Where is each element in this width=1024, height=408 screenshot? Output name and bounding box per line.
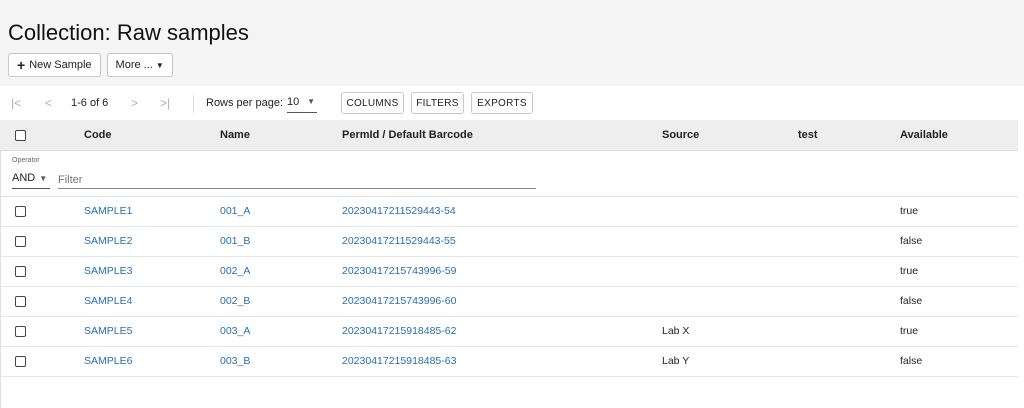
permid-link[interactable]: 20230417211529443-54	[342, 197, 456, 226]
available-cell: true	[900, 205, 919, 217]
action-buttons: + New Sample More ... ▼	[8, 53, 173, 77]
grid-toolbar: |< < 1-6 of 6 > >| Rows per page: 10 ▼ C…	[0, 89, 1024, 117]
row-checkbox[interactable]	[15, 266, 26, 277]
row-checkbox[interactable]	[15, 356, 26, 367]
filters-label: FILTERS	[416, 97, 459, 109]
available-cell: true	[900, 325, 919, 337]
code-link[interactable]: SAMPLE3	[84, 257, 132, 286]
table-row[interactable]: SAMPLE3 002_A 20230417215743996-59 true	[0, 257, 1018, 287]
table-header: Code Name PermId / Default Barcode Sourc…	[0, 120, 1018, 151]
new-sample-label: New Sample	[29, 59, 92, 71]
name-link[interactable]: 002_A	[220, 257, 250, 286]
header-code[interactable]: Code	[84, 120, 112, 151]
code-link[interactable]: SAMPLE2	[84, 227, 132, 256]
rows-per-page-select[interactable]: 10 ▼	[287, 93, 317, 113]
pagination-range: 1-6 of 6	[71, 97, 109, 109]
plus-icon: +	[17, 57, 26, 73]
filters-button[interactable]: FILTERS	[411, 92, 464, 114]
filter-input[interactable]	[58, 171, 536, 189]
header-permid[interactable]: PermId / Default Barcode	[342, 120, 473, 151]
permid-link[interactable]: 20230417215918485-63	[342, 347, 456, 376]
caret-down-icon: ▼	[155, 60, 164, 70]
filter-row: Operator AND ▼	[0, 151, 1018, 197]
exports-label: EXPORTS	[477, 97, 527, 109]
header-test[interactable]: test	[798, 120, 818, 151]
next-page-icon[interactable]: >	[131, 89, 138, 117]
table-row[interactable]: SAMPLE4 002_B 20230417215743996-60 false	[0, 287, 1018, 317]
row-checkbox[interactable]	[15, 236, 26, 247]
rows-per-page-label: Rows per page:	[206, 97, 284, 109]
name-link[interactable]: 001_B	[220, 227, 250, 256]
more-button[interactable]: More ... ▼	[106, 53, 173, 77]
code-link[interactable]: SAMPLE6	[84, 347, 132, 376]
table-row[interactable]: SAMPLE5 003_A 20230417215918485-62 Lab X…	[0, 317, 1018, 347]
table-row[interactable]: SAMPLE1 001_A 20230417211529443-54 true	[0, 197, 1018, 227]
source-cell: Lab X	[662, 325, 690, 337]
name-link[interactable]: 003_B	[220, 347, 250, 376]
header-source[interactable]: Source	[662, 120, 699, 151]
code-link[interactable]: SAMPLE1	[84, 197, 132, 226]
first-page-icon[interactable]: |<	[11, 89, 21, 117]
page-header: Collection: Raw samples + New Sample Mor…	[0, 0, 1024, 86]
operator-label: Operator	[12, 157, 40, 164]
code-link[interactable]: SAMPLE4	[84, 287, 132, 316]
last-page-icon[interactable]: >|	[160, 89, 170, 117]
rows-per-page-value: 10	[287, 96, 300, 108]
caret-down-icon: ▼	[307, 97, 315, 106]
permid-link[interactable]: 20230417215743996-60	[342, 287, 456, 316]
name-link[interactable]: 002_B	[220, 287, 250, 316]
available-cell: false	[900, 355, 923, 367]
exports-button[interactable]: EXPORTS	[471, 92, 533, 114]
code-link[interactable]: SAMPLE5	[84, 317, 132, 346]
operator-select[interactable]: AND ▼	[12, 172, 47, 184]
available-cell: true	[900, 265, 919, 277]
new-sample-button[interactable]: + New Sample	[8, 53, 101, 77]
more-label: More ...	[115, 59, 153, 71]
operator-underline	[12, 188, 50, 189]
row-checkbox[interactable]	[15, 206, 26, 217]
page-title: Collection: Raw samples	[8, 20, 249, 45]
toolbar-divider	[193, 95, 194, 113]
permid-link[interactable]: 20230417215918485-62	[342, 317, 456, 346]
table-row[interactable]: SAMPLE2 001_B 20230417211529443-55 false	[0, 227, 1018, 257]
header-name[interactable]: Name	[220, 120, 250, 151]
permid-link[interactable]: 20230417211529443-55	[342, 227, 456, 256]
columns-button[interactable]: COLUMNS	[341, 92, 404, 114]
columns-label: COLUMNS	[346, 97, 399, 109]
name-link[interactable]: 003_A	[220, 317, 250, 346]
caret-down-icon: ▼	[39, 174, 48, 183]
source-cell: Lab Y	[662, 355, 690, 367]
header-available[interactable]: Available	[900, 120, 948, 151]
available-cell: false	[900, 235, 923, 247]
previous-page-icon[interactable]: <	[45, 89, 52, 117]
permid-link[interactable]: 20230417215743996-59	[342, 257, 456, 286]
operator-value: AND	[12, 172, 36, 184]
row-checkbox[interactable]	[15, 296, 26, 307]
name-link[interactable]: 001_A	[220, 197, 250, 226]
available-cell: false	[900, 295, 923, 307]
table-row[interactable]: SAMPLE6 003_B 20230417215918485-63 Lab Y…	[0, 347, 1018, 377]
select-all-checkbox[interactable]	[15, 130, 26, 141]
row-checkbox[interactable]	[15, 326, 26, 337]
